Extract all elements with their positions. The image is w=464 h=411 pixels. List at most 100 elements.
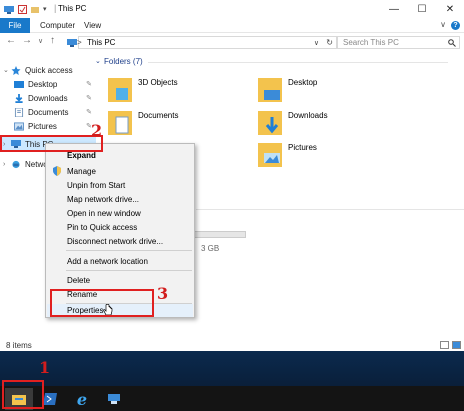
folder-label: Pictures bbox=[288, 143, 317, 152]
annotation-number-2: 2 bbox=[91, 121, 103, 140]
title-separator: | bbox=[54, 3, 57, 13]
search-placeholder: Search This PC bbox=[343, 38, 399, 47]
close-icon: ✕ bbox=[445, 3, 455, 15]
menu-item-pin-to-quick-access[interactable]: Pin to Quick access bbox=[47, 220, 193, 234]
annotation-box-properties bbox=[50, 289, 154, 317]
breadcrumb-this-pc[interactable]: This PC bbox=[87, 38, 115, 47]
folder-desktop[interactable]: Desktop bbox=[258, 74, 408, 110]
pictures-icon bbox=[14, 121, 24, 131]
menu-item-disconnect-network-drive[interactable]: Disconnect network drive... bbox=[47, 234, 193, 248]
address-bar[interactable]: > This PC ∨ ↻ bbox=[67, 36, 338, 49]
folder-label: Downloads bbox=[288, 111, 328, 120]
documents-folder-icon bbox=[108, 111, 132, 135]
nav-item-label: Documents bbox=[28, 107, 69, 117]
downloads-icon bbox=[15, 93, 23, 103]
large-icons-view-icon[interactable] bbox=[452, 341, 461, 349]
properties-quick-icon[interactable] bbox=[18, 4, 27, 14]
folder-downloads[interactable]: Downloads bbox=[258, 107, 408, 143]
folder-pictures[interactable]: Pictures bbox=[258, 139, 408, 175]
minimize-button[interactable]: — bbox=[380, 0, 408, 18]
menu-item-add-network-location[interactable]: Add a network location bbox=[47, 254, 193, 268]
nav-item-desktop[interactable]: Desktop ✎ bbox=[0, 77, 96, 91]
maximize-button[interactable]: ☐ bbox=[408, 0, 436, 18]
drives-divider bbox=[196, 209, 464, 210]
address-dropdown-icon[interactable]: ∨ bbox=[314, 39, 319, 47]
minimize-icon: — bbox=[389, 3, 399, 15]
menu-item-delete[interactable]: Delete bbox=[47, 273, 193, 287]
tab-computer[interactable]: Computer bbox=[40, 21, 75, 30]
3d-objects-folder-icon bbox=[108, 78, 132, 102]
refresh-icon[interactable]: ↻ bbox=[326, 38, 333, 47]
folders-divider bbox=[148, 62, 448, 63]
this-pc-address-icon bbox=[67, 39, 77, 47]
quick-access-toolbar-dropdown[interactable]: ▾ bbox=[43, 5, 47, 13]
menu-item-label: Manage bbox=[67, 166, 96, 176]
pin-icon: ✎ bbox=[86, 109, 92, 116]
annotation-box-taskbar bbox=[2, 380, 44, 409]
title-bar: ▾ | This PC — ☐ ✕ bbox=[0, 0, 464, 18]
server-manager-icon bbox=[108, 394, 120, 404]
forward-button[interactable]: → bbox=[22, 35, 32, 46]
menu-separator bbox=[66, 270, 192, 271]
folder-label: Desktop bbox=[288, 78, 318, 87]
new-folder-quick-icon[interactable] bbox=[31, 5, 39, 14]
up-button[interactable]: ↑ bbox=[50, 35, 55, 46]
annotation-box-this-pc bbox=[0, 135, 103, 152]
star-icon bbox=[11, 65, 21, 75]
ribbon-tabs: File Computer View ∨ ? bbox=[0, 18, 464, 33]
window-title: This PC bbox=[58, 4, 87, 13]
back-button[interactable]: ← bbox=[6, 35, 16, 46]
tab-view[interactable]: View bbox=[84, 21, 101, 30]
nav-item-label: Downloads bbox=[28, 93, 68, 103]
help-icon[interactable]: ? bbox=[451, 21, 460, 30]
menu-item-open-in-new-window[interactable]: Open in new window bbox=[47, 206, 193, 220]
nav-quick-access-label: Quick access bbox=[25, 65, 73, 75]
folders-group-header[interactable]: Folders (7) bbox=[104, 57, 143, 66]
details-view-icon[interactable] bbox=[440, 341, 449, 349]
this-pc-icon bbox=[4, 5, 14, 14]
menu-item-map-network-drive[interactable]: Map network drive... bbox=[47, 192, 193, 206]
folder-documents[interactable]: Documents bbox=[108, 107, 258, 143]
nav-item-pictures[interactable]: Pictures ✎ bbox=[0, 119, 96, 133]
annotation-number-3: 3 bbox=[157, 284, 169, 303]
annotation-number-1: 1 bbox=[39, 358, 51, 377]
tab-file[interactable]: File bbox=[0, 18, 30, 33]
server-manager-taskbar-button[interactable] bbox=[100, 388, 128, 410]
folder-label: 3D Objects bbox=[138, 78, 178, 87]
desktop-background bbox=[0, 351, 464, 386]
collapse-folders-icon[interactable]: ⌄ bbox=[95, 57, 101, 65]
desktop-icon bbox=[14, 80, 24, 88]
address-row: ← → ∨ ↑ > This PC ∨ ↻ Search This PC bbox=[0, 33, 464, 51]
close-button[interactable]: ✕ bbox=[436, 0, 464, 18]
nav-item-documents[interactable]: Documents ✎ bbox=[0, 105, 96, 119]
desktop-folder-icon bbox=[258, 78, 282, 102]
breadcrumb-separator[interactable]: > bbox=[77, 38, 82, 47]
nav-item-downloads[interactable]: Downloads ✎ bbox=[0, 91, 96, 105]
nav-quick-access[interactable]: ⌄ Quick access bbox=[0, 63, 96, 77]
drive-size-text: 3 GB bbox=[201, 244, 220, 253]
menu-item-unpin-from-start[interactable]: Unpin from Start bbox=[47, 178, 193, 192]
nav-item-label: Desktop bbox=[28, 79, 58, 89]
menu-separator bbox=[66, 250, 192, 251]
maximize-icon: ☐ bbox=[417, 3, 427, 15]
expand-quick-access-icon[interactable]: ⌄ bbox=[3, 66, 11, 74]
nav-item-label: Pictures bbox=[28, 121, 57, 131]
network-icon bbox=[12, 160, 20, 168]
internet-explorer-icon: e bbox=[76, 389, 88, 409]
expand-network-icon[interactable]: › bbox=[3, 161, 11, 168]
pictures-folder-icon bbox=[258, 143, 282, 167]
taskbar: e bbox=[0, 386, 464, 411]
internet-explorer-taskbar-button[interactable]: e bbox=[68, 388, 96, 410]
recent-locations-button[interactable]: ∨ bbox=[38, 37, 43, 45]
powershell-icon bbox=[43, 393, 57, 405]
documents-icon bbox=[14, 107, 24, 117]
pin-icon: ✎ bbox=[86, 81, 92, 88]
search-icon[interactable] bbox=[448, 39, 456, 47]
menu-item-manage[interactable]: Manage bbox=[47, 164, 193, 178]
ribbon-expand-icon[interactable]: ∨ bbox=[440, 20, 446, 29]
folder-label: Documents bbox=[138, 111, 179, 120]
status-bar: 8 items bbox=[0, 339, 464, 351]
folder-3d-objects[interactable]: 3D Objects bbox=[108, 74, 258, 110]
pin-icon: ✎ bbox=[86, 95, 92, 102]
search-input[interactable]: Search This PC bbox=[336, 36, 460, 49]
